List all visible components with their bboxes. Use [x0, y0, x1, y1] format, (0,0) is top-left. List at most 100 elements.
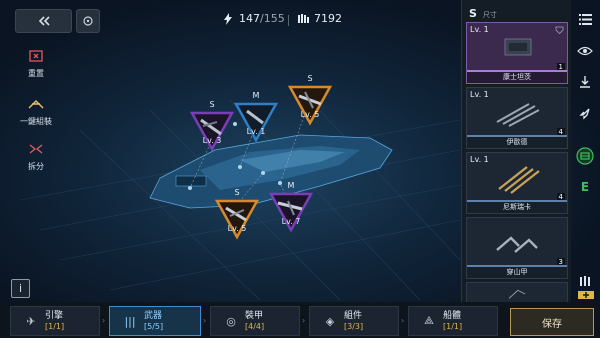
- double-chevron-left-icon: [38, 16, 50, 26]
- currency-value: 7192: [314, 12, 342, 25]
- weapon-level: Lv. 1: [470, 25, 489, 34]
- refresh-icon: [83, 16, 93, 26]
- weapon-image: [508, 289, 526, 299]
- weapon-list-panel[interactable]: S 尺寸 Lv. 1 1 康士坦茨 Lv. 1 4 伊歐德 Lv. 1 4 尼斯瑞…: [461, 0, 571, 338]
- chevron-right-icon: ›: [401, 316, 405, 325]
- energy-max: /155: [260, 12, 285, 25]
- list-icon: [578, 13, 592, 25]
- e-button[interactable]: E: [574, 176, 596, 198]
- auto-assemble-button[interactable]: 一鍵組裝: [12, 95, 60, 127]
- slot-size: S: [307, 74, 313, 83]
- weapon-slot-4[interactable]: S Lv. 5: [214, 188, 260, 244]
- save-button[interactable]: 保存: [510, 308, 594, 336]
- rocket-icon: [579, 108, 590, 120]
- slot-size: S: [234, 188, 240, 197]
- download-button[interactable]: [574, 71, 596, 93]
- auto-assemble-label: 一鍵組裝: [20, 117, 52, 126]
- size-filter[interactable]: S 尺寸: [469, 7, 497, 20]
- view-button[interactable]: [574, 40, 596, 62]
- tab-value: [1/1]: [45, 321, 65, 331]
- tab-weapon[interactable]: ||| 武器 [5/5]: [109, 306, 201, 336]
- chevron-right-icon: ›: [203, 316, 207, 325]
- list-button[interactable]: [574, 8, 596, 30]
- info-icon: i: [18, 282, 23, 295]
- info-button[interactable]: i: [11, 279, 30, 298]
- ammo-icon: [580, 276, 590, 286]
- weapon-level: Lv. 1: [470, 155, 489, 164]
- top-divider: [288, 15, 289, 26]
- chevron-right-icon: ›: [302, 316, 306, 325]
- hand-icon: [298, 13, 309, 23]
- tab-label: 引擎: [45, 310, 64, 321]
- weapon-card[interactable]: Lv. 1 4 伊歐德: [466, 87, 568, 149]
- component-icon: ◈: [325, 314, 335, 328]
- slot-level: Lv. 5: [227, 224, 247, 233]
- size-label: S: [469, 7, 477, 20]
- weapon-image: [496, 236, 538, 253]
- tab-value: [5/5]: [144, 321, 164, 331]
- split-label: 拆分: [28, 162, 44, 171]
- grid-floor: [19, 99, 461, 301]
- tab-armor[interactable]: ◎ 裝甲 [4/4]: [210, 306, 300, 336]
- slot-level: Lv. 3: [202, 136, 222, 145]
- weapon-slot-frame: [233, 102, 279, 143]
- weapon-card[interactable]: Lv. 1 4 尼斯瑞卡: [466, 152, 568, 214]
- refresh-button[interactable]: [76, 9, 100, 33]
- weapon-name: 伊歐德: [467, 135, 567, 148]
- energy-display: 147/155: [222, 12, 285, 25]
- eye-icon: [577, 46, 593, 56]
- tab-engine[interactable]: ✈ 引擎 [1/1]: [10, 306, 100, 336]
- currency-display: 7192: [297, 12, 342, 25]
- weapon-slot-2[interactable]: M Lv. 1: [233, 91, 279, 147]
- weapon-name: 穿山甲: [467, 265, 567, 278]
- tab-label: 船體: [443, 310, 462, 321]
- weapon-slot-3[interactable]: S Lv. 5: [287, 74, 333, 130]
- slot-size: M: [287, 181, 295, 190]
- tab-label: 裝甲: [245, 310, 264, 321]
- tab-component[interactable]: ◈ 組件 [3/3]: [309, 306, 399, 336]
- reset-button[interactable]: 重置: [12, 47, 60, 79]
- weapon-card-partial[interactable]: [466, 282, 568, 304]
- tab-value: [3/3]: [344, 321, 364, 331]
- armor-icon: ◎: [226, 314, 236, 328]
- split-icon: [24, 140, 48, 158]
- size-caption: 尺寸: [482, 11, 497, 19]
- weapon-slot-1[interactable]: S Lv. 3: [189, 100, 235, 156]
- weapon-card[interactable]: Lv. 1 1 康士坦茨: [466, 22, 568, 84]
- slot-level: Lv. 5: [300, 110, 320, 119]
- tab-value: [4/4]: [245, 321, 265, 331]
- slot-level: Lv. 1: [246, 127, 266, 136]
- weapon-slot-5[interactable]: M Lv. 7: [268, 181, 314, 237]
- tab-value: [1/1]: [443, 321, 463, 331]
- weapon-name: 尼斯瑞卡: [467, 200, 567, 213]
- weapon-image: [504, 38, 532, 56]
- plus-icon: [583, 292, 589, 298]
- tab-label: 武器: [144, 310, 163, 321]
- weapon-level: Lv. 1: [470, 90, 489, 99]
- weapon-icon: |||: [124, 314, 136, 328]
- back-button[interactable]: [15, 9, 72, 33]
- reset-label: 重置: [28, 69, 44, 78]
- weapon-image: [496, 103, 540, 127]
- reset-icon: [24, 47, 48, 65]
- engine-icon: ✈: [26, 314, 36, 328]
- shield-badge-icon: [555, 26, 564, 34]
- launch-button[interactable]: [574, 103, 596, 125]
- chevron-right-icon: ›: [102, 316, 106, 325]
- weapon-image: [498, 166, 540, 194]
- ammo-button[interactable]: [574, 270, 596, 292]
- tab-label: 組件: [344, 310, 363, 321]
- lightning-icon: [224, 12, 232, 25]
- slot-size: S: [209, 100, 215, 109]
- weapon-slot-frame: [287, 85, 333, 126]
- tab-hull[interactable]: ⟁ 船體 [1/1]: [408, 306, 498, 336]
- weapon-card[interactable]: 3 穿山甲: [466, 217, 568, 279]
- storage-button[interactable]: [574, 145, 596, 167]
- auto-assemble-icon: [24, 95, 48, 113]
- weapon-slot-frame: [268, 192, 314, 233]
- split-button[interactable]: 拆分: [12, 140, 60, 172]
- slot-level: Lv. 7: [281, 217, 301, 226]
- add-button[interactable]: [578, 291, 594, 299]
- energy-value: 147: [239, 12, 260, 25]
- weapon-name: 康士坦茨: [467, 70, 567, 83]
